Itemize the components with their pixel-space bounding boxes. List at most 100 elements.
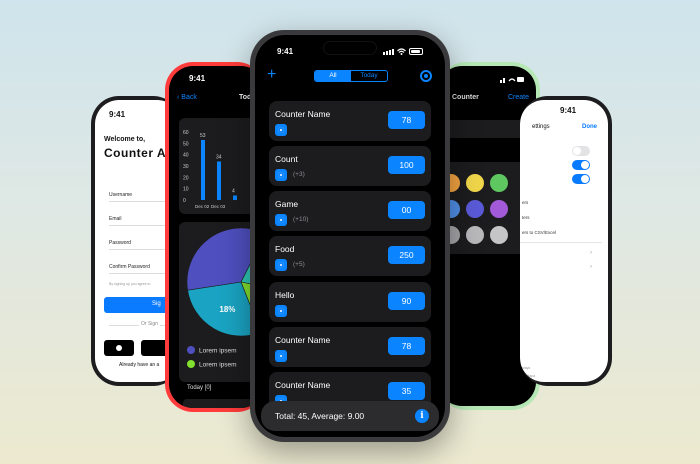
counter-card[interactable]: Count (+3) 100: [269, 146, 431, 186]
footer-text: l Mittapa: [522, 374, 536, 378]
back-label: Back: [181, 94, 197, 101]
legend-label: Lorem ipsem: [199, 348, 237, 355]
tab-today[interactable]: Today: [351, 71, 387, 81]
info-button[interactable]: i: [415, 409, 429, 423]
password-field[interactable]: Password: [109, 240, 131, 246]
bar-value-label: 34: [216, 154, 222, 160]
create-button[interactable]: Create: [508, 94, 529, 101]
counter-name: Hello: [275, 290, 295, 300]
plus-icon: +: [267, 66, 277, 83]
counter-card[interactable]: Game (+10) 00: [269, 191, 431, 231]
name-input[interactable]: [438, 120, 528, 138]
toggle-2[interactable]: [572, 160, 590, 170]
footer-text: alaya: [522, 366, 531, 370]
toggle-1[interactable]: [572, 146, 590, 156]
counter-card[interactable]: Counter Name 78: [269, 327, 431, 367]
battery-icon: [409, 48, 423, 55]
app-name: Counter Ap: [104, 146, 174, 160]
dynamic-island: [323, 41, 377, 55]
counter-value[interactable]: 100: [388, 156, 425, 174]
back-button[interactable]: ‹ Back: [177, 94, 197, 101]
increment-button[interactable]: [275, 305, 287, 317]
color-swatch[interactable]: [490, 200, 508, 218]
counter-value[interactable]: 00: [388, 201, 425, 219]
done-button[interactable]: Done: [582, 124, 597, 130]
apple-sign-in-button[interactable]: [104, 340, 134, 356]
counter-value[interactable]: 35: [388, 382, 425, 400]
terms-note: By signing up you agree to: [109, 282, 151, 286]
counter-card[interactable]: Food (+5) 250: [269, 236, 431, 276]
username-field[interactable]: Username: [109, 192, 132, 198]
x-tick-label: Dec 03: [211, 204, 226, 209]
increment-button[interactable]: [275, 214, 287, 226]
today-label: Today [0]: [187, 385, 212, 391]
summary-bar: Total: 45, Average: 9.00 i: [261, 401, 439, 431]
y-tick-label: 60: [183, 130, 189, 136]
apple-icon: [116, 345, 122, 351]
counter-name: Counter Name: [275, 109, 331, 119]
status-time: 9:41: [560, 106, 577, 115]
settings-row[interactable]: ers to CSV/Excel: [522, 230, 556, 235]
y-tick-label: 10: [183, 187, 189, 193]
color-picker: [438, 162, 528, 254]
y-tick-label: 40: [183, 153, 189, 159]
legend-label: Lorem ipsem: [199, 362, 237, 369]
y-tick-label: 30: [183, 164, 189, 170]
legend-dot: [187, 360, 195, 368]
bar-value-label: 53: [200, 133, 206, 139]
counter-delta: (+3): [293, 171, 305, 178]
color-swatch[interactable]: [466, 174, 484, 192]
color-swatch[interactable]: [466, 226, 484, 244]
settings-row[interactable]: ers: [522, 200, 528, 205]
color-swatch[interactable]: [466, 200, 484, 218]
counter-name: Count: [275, 154, 298, 164]
or-sign-label: Or Sign: [139, 321, 160, 327]
email-field[interactable]: Email: [109, 216, 122, 222]
status-time: 9:41: [109, 110, 126, 119]
pie-slice-label: 18%: [219, 305, 235, 314]
status-time: 9:41: [277, 47, 294, 56]
filter-segmented-control: All Today: [314, 70, 388, 82]
counter-value[interactable]: 78: [388, 337, 425, 355]
bar: [201, 139, 205, 200]
increment-button[interactable]: [275, 259, 287, 271]
counter-delta: (+5): [293, 261, 305, 268]
counter-name: Counter Name: [275, 380, 331, 390]
counter-value[interactable]: 250: [388, 246, 425, 264]
color-swatch[interactable]: [490, 226, 508, 244]
settings-screen: 9:41 ettings Done ers ters ers to CSV/Ex…: [520, 100, 608, 382]
welcome-text: Welcome to,: [104, 136, 146, 143]
counter-phone: 9:41 + All Today Counter Name 78 Count (+3)…: [250, 30, 450, 442]
confirm-password-field[interactable]: Confirm Password: [109, 264, 150, 270]
y-tick-label: 0: [183, 198, 186, 204]
increment-button[interactable]: [275, 350, 287, 362]
counter-name: Food: [275, 244, 295, 254]
counter-card[interactable]: Hello 90: [269, 282, 431, 322]
settings-row[interactable]: ters: [522, 215, 530, 220]
counter-value[interactable]: 90: [388, 292, 425, 310]
increment-button[interactable]: [275, 169, 287, 181]
signal-icon: [383, 48, 394, 55]
target-icon[interactable]: [420, 70, 432, 82]
x-tick-label: Dec 02: [195, 204, 210, 209]
legend-dot: [187, 346, 195, 354]
chevron-right-icon: ›: [590, 250, 592, 256]
status-time: 9:41: [189, 74, 206, 83]
counter-card[interactable]: Counter Name 78: [269, 101, 431, 141]
settings-title: ettings: [532, 124, 550, 130]
wifi-icon: [397, 48, 406, 55]
increment-button[interactable]: [275, 124, 287, 136]
status-icons: [383, 48, 423, 55]
toggle-3[interactable]: [572, 174, 590, 184]
summary-text: Total: 45, Average: 9.00: [275, 411, 365, 421]
status-icons: [500, 77, 524, 83]
counter-value[interactable]: 78: [388, 111, 425, 129]
add-counter-button[interactable]: +: [267, 66, 277, 83]
color-swatch[interactable]: [490, 174, 508, 192]
y-tick-label: 50: [183, 141, 189, 147]
counter-name: Game: [275, 199, 299, 209]
counter-name: Counter Name: [275, 335, 331, 345]
tab-all[interactable]: All: [315, 71, 351, 81]
counter-screen: 9:41 + All Today Counter Name 78 Count (+3)…: [255, 35, 445, 437]
bar: [233, 195, 237, 200]
